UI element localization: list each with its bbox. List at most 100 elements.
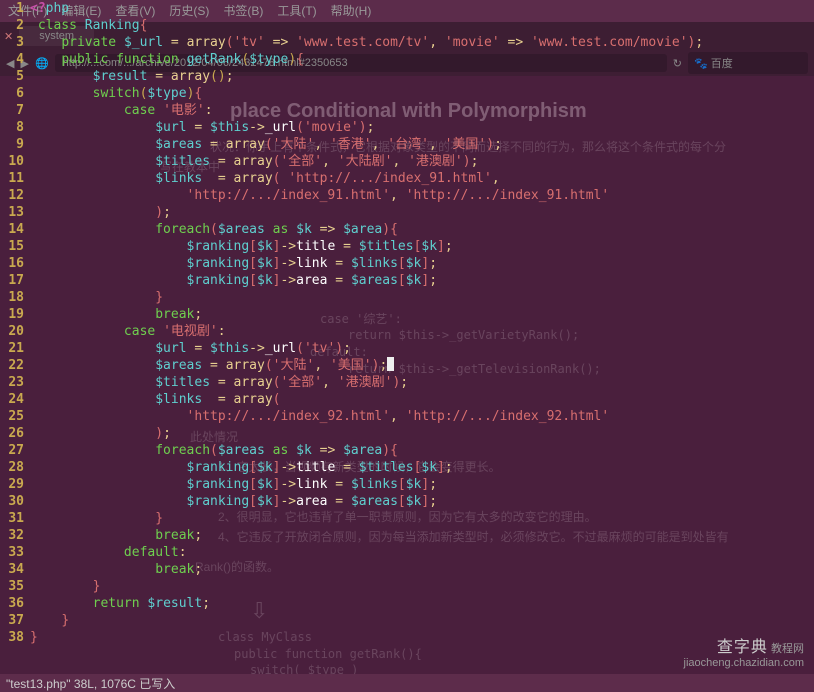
code-line[interactable]: 4 public function getRank($type){ <box>0 51 814 68</box>
text-cursor <box>387 357 394 371</box>
line-number: 27 <box>0 442 30 459</box>
code-content[interactable]: } <box>30 612 814 629</box>
code-content[interactable]: } <box>30 289 814 306</box>
code-content[interactable]: $titles = array('全部', '大陆剧', '港澳剧'); <box>30 153 814 170</box>
code-content[interactable]: ); <box>30 425 814 442</box>
line-number: 37 <box>0 612 30 629</box>
code-content[interactable]: $areas = array('大陆', '美国'); <box>30 357 814 374</box>
code-content[interactable]: <?php <box>30 0 814 17</box>
code-line[interactable]: 3 private $_url = array('tv' => 'www.tes… <box>0 34 814 51</box>
code-content[interactable]: $links = array( <box>30 391 814 408</box>
line-number: 3 <box>0 34 30 51</box>
code-content[interactable]: switch($type){ <box>30 85 814 102</box>
code-content[interactable]: $links = array( 'http://.../index_91.htm… <box>30 170 814 187</box>
code-line[interactable]: 22 $areas = array('大陆', '美国'); <box>0 357 814 374</box>
line-number: 24 <box>0 391 30 408</box>
code-content[interactable]: $result = array(); <box>30 68 814 85</box>
code-content[interactable]: $ranking[$k]->link = $links[$k]; <box>30 255 814 272</box>
code-line[interactable]: 6 switch($type){ <box>0 85 814 102</box>
code-content[interactable]: $ranking[$k]->area = $areas[$k]; <box>30 493 814 510</box>
code-line[interactable]: 21 $url = $this->_url('tv'); <box>0 340 814 357</box>
code-line[interactable]: 7 case '电影': <box>0 102 814 119</box>
code-line[interactable]: 23 $titles = array('全部', '港澳剧'); <box>0 374 814 391</box>
code-content[interactable]: $url = $this->_url('movie'); <box>30 119 814 136</box>
code-content[interactable]: private $_url = array('tv' => 'www.test.… <box>30 34 814 51</box>
line-number: 18 <box>0 289 30 306</box>
code-content[interactable]: case '电影': <box>30 102 814 119</box>
code-line[interactable]: 18 } <box>0 289 814 306</box>
line-number: 10 <box>0 153 30 170</box>
code-content[interactable]: 'http://.../index_91.html', 'http://.../… <box>30 187 814 204</box>
code-content[interactable]: $url = $this->_url('tv'); <box>30 340 814 357</box>
code-line[interactable]: 27 foreach($areas as $k => $area){ <box>0 442 814 459</box>
code-line[interactable]: 5 $result = array(); <box>0 68 814 85</box>
code-content[interactable]: default: <box>30 544 814 561</box>
code-content[interactable]: $ranking[$k]->area = $areas[$k]; <box>30 272 814 289</box>
line-number: 38 <box>0 629 30 646</box>
code-line[interactable]: 9 $areas = array('大陆', '香港', '台湾', '美国')… <box>0 136 814 153</box>
code-content[interactable]: $titles = array('全部', '港澳剧'); <box>30 374 814 391</box>
code-line[interactable]: 32 break; <box>0 527 814 544</box>
line-number: 30 <box>0 493 30 510</box>
code-content[interactable]: break; <box>30 527 814 544</box>
code-content[interactable]: $ranking[$k]->title = $titles[$k]; <box>30 238 814 255</box>
code-line[interactable]: 1<?php <box>0 0 814 17</box>
code-content[interactable]: class Ranking{ <box>30 17 814 34</box>
code-content[interactable]: return $result; <box>30 595 814 612</box>
code-line[interactable]: 35 } <box>0 578 814 595</box>
line-number: 36 <box>0 595 30 612</box>
code-content[interactable]: ); <box>30 204 814 221</box>
code-content[interactable]: } <box>30 578 814 595</box>
code-content[interactable]: break; <box>30 561 814 578</box>
line-number: 11 <box>0 170 30 187</box>
code-line[interactable]: 37 } <box>0 612 814 629</box>
code-line[interactable]: 33 default: <box>0 544 814 561</box>
code-line[interactable]: 36 return $result; <box>0 595 814 612</box>
line-number: 2 <box>0 17 30 34</box>
line-number: 25 <box>0 408 30 425</box>
line-number: 5 <box>0 68 30 85</box>
code-line[interactable]: 29 $ranking[$k]->link = $links[$k]; <box>0 476 814 493</box>
line-number: 22 <box>0 357 30 374</box>
line-number: 35 <box>0 578 30 595</box>
line-number: 31 <box>0 510 30 527</box>
editor-status-bar: "test13.php" 38L, 1076C 已写入 <box>0 674 814 692</box>
code-line[interactable]: 20 case '电视剧': <box>0 323 814 340</box>
code-content[interactable]: 'http://.../index_92.html', 'http://.../… <box>30 408 814 425</box>
code-content[interactable]: foreach($areas as $k => $area){ <box>30 442 814 459</box>
code-line[interactable]: 2 class Ranking{ <box>0 17 814 34</box>
code-line[interactable]: 25 'http://.../index_92.html', 'http://.… <box>0 408 814 425</box>
line-number: 13 <box>0 204 30 221</box>
code-line[interactable]: 28 $ranking[$k]->title = $titles[$k]; <box>0 459 814 476</box>
code-line[interactable]: 26 ); <box>0 425 814 442</box>
code-line[interactable]: 8 $url = $this->_url('movie'); <box>0 119 814 136</box>
code-line[interactable]: 34 break; <box>0 561 814 578</box>
code-content[interactable]: $ranking[$k]->title = $titles[$k]; <box>30 459 814 476</box>
code-line[interactable]: 30 $ranking[$k]->area = $areas[$k]; <box>0 493 814 510</box>
code-line[interactable]: 14 foreach($areas as $k => $area){ <box>0 221 814 238</box>
code-line[interactable]: 10 $titles = array('全部', '大陆剧', '港澳剧'); <box>0 153 814 170</box>
code-content[interactable]: break; <box>30 306 814 323</box>
code-line[interactable]: 17 $ranking[$k]->area = $areas[$k]; <box>0 272 814 289</box>
line-number: 8 <box>0 119 30 136</box>
line-number: 4 <box>0 51 30 68</box>
code-editor[interactable]: 1<?php2 class Ranking{3 private $_url = … <box>0 0 814 692</box>
code-line[interactable]: 12 'http://.../index_91.html', 'http://.… <box>0 187 814 204</box>
line-number: 12 <box>0 187 30 204</box>
code-line[interactable]: 13 ); <box>0 204 814 221</box>
code-line[interactable]: 31 } <box>0 510 814 527</box>
code-line[interactable]: 19 break; <box>0 306 814 323</box>
code-content[interactable]: $areas = array('大陆', '香港', '台湾', '美国'); <box>30 136 814 153</box>
code-content[interactable]: } <box>30 510 814 527</box>
line-number: 17 <box>0 272 30 289</box>
code-content[interactable]: case '电视剧': <box>30 323 814 340</box>
code-content[interactable]: foreach($areas as $k => $area){ <box>30 221 814 238</box>
code-content[interactable]: $ranking[$k]->link = $links[$k]; <box>30 476 814 493</box>
line-number: 9 <box>0 136 30 153</box>
code-line[interactable]: 15 $ranking[$k]->title = $titles[$k]; <box>0 238 814 255</box>
code-line[interactable]: 11 $links = array( 'http://.../index_91.… <box>0 170 814 187</box>
code-line[interactable]: 16 $ranking[$k]->link = $links[$k]; <box>0 255 814 272</box>
line-number: 16 <box>0 255 30 272</box>
code-content[interactable]: public function getRank($type){ <box>30 51 814 68</box>
code-line[interactable]: 24 $links = array( <box>0 391 814 408</box>
